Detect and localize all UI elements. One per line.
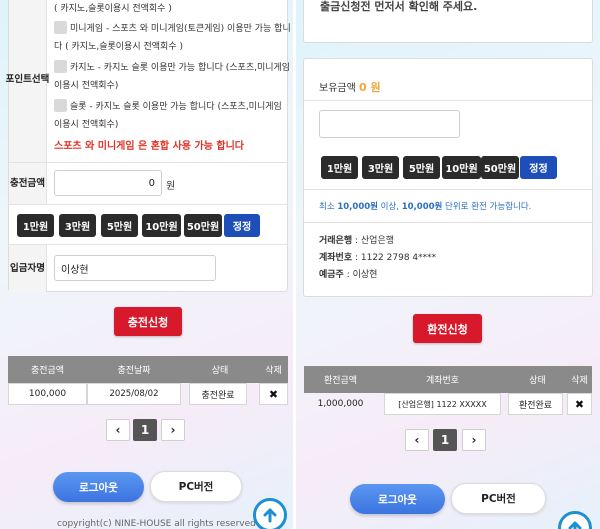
point-select-row: 포인트선택 ( 카지노,슬롯이용시 전액회수 ) 미니게임 - 스포츠 와 미니… — [6, 0, 291, 163]
point-select-label: 포인트선택 — [6, 0, 49, 162]
add-500k-button[interactable]: 50만원 — [184, 214, 222, 237]
scroll-top-button[interactable] — [558, 511, 592, 529]
exchange-amount-input[interactable] — [319, 110, 460, 138]
table-cell-status: 환전완료 — [508, 393, 563, 415]
current-page[interactable]: 1 — [133, 419, 157, 441]
prev-page-button[interactable]: ‹ — [106, 419, 130, 441]
option-slot[interactable]: 슬롯 - 카지노 슬롯 이용만 가능 합니다 (스포츠,미니게임 — [54, 99, 282, 113]
option-casino-note: 이용시 전액회수) — [54, 81, 119, 91]
account-holder: 예금주 : 이상현 — [319, 270, 378, 280]
charge-history-table: 충전금액 충전날짜 상태 삭제 100,000 2025/08/02 충전완료 … — [8, 356, 288, 406]
account-number: 계좌번호 : 1122 2798 4**** — [319, 253, 437, 263]
col-status: 상태 — [181, 356, 259, 383]
charge-amount-label: 충전금액 — [9, 163, 47, 204]
minigame-checkbox[interactable] — [54, 21, 67, 34]
scroll-top-button[interactable] — [253, 498, 287, 529]
add-10k-button[interactable]: 1만원 — [17, 214, 54, 237]
option-minigame-note: 다 ( 카지노,슬롯이용시 전액회수 ) — [54, 42, 183, 52]
charge-unit: 원 — [166, 181, 176, 192]
add-50k-button[interactable]: 5만원 — [101, 214, 138, 237]
add-100k-button[interactable]: 10만원 — [142, 214, 181, 237]
add-500k-button[interactable]: 50만원 — [481, 156, 519, 179]
notice-card: 출금신청전 먼저서 확인해 주세요. — [303, 0, 593, 43]
exchange-form: 보유금액 0 원 1만원 3만원 5만원 10만원 50만원 정정 최소 10,… — [303, 58, 593, 297]
col-status: 상태 — [508, 366, 567, 393]
mix-warning: 스포츠 와 미니게임 은 혼합 사용 가능 합니다 — [54, 141, 244, 152]
add-30k-button[interactable]: 3만원 — [59, 214, 96, 237]
next-page-button[interactable]: › — [462, 429, 486, 451]
balance-value: 0 원 — [359, 81, 381, 94]
pc-version-button[interactable]: PC버전 — [451, 483, 546, 514]
col-charge-amount: 충전금액 — [8, 356, 87, 383]
exchange-submit-button[interactable]: 환전신청 — [413, 314, 482, 343]
arrow-up-circle-icon — [568, 521, 582, 529]
charge-amount-row: 충전금액 0 원 — [9, 163, 287, 205]
pc-version-button[interactable]: PC버전 — [150, 471, 242, 502]
add-30k-button[interactable]: 3만원 — [362, 156, 399, 179]
option-casino[interactable]: 카지노 - 카지노 슬롯 이용만 가능 합니다 (스포츠,미니게임 — [54, 60, 290, 74]
divider-line — [304, 189, 592, 190]
col-delete: 삭제 — [259, 356, 288, 383]
option-minigame[interactable]: 미니게임 - 스포츠 와 미니게임(토큰게임) 이용만 가능 합니 — [54, 21, 291, 35]
close-icon: ✖ — [574, 397, 585, 411]
depositor-label: 입금자명 — [9, 245, 47, 292]
bank-name: 거래은행 : 산업은행 — [319, 236, 394, 246]
table-cell-status: 충전완료 — [189, 383, 247, 405]
exchange-panel: 출금신청전 먼저서 확인해 주세요. 보유금액 0 원 1만원 3만원 5만원 … — [296, 0, 600, 529]
charge-submit-button[interactable]: 충전신청 — [114, 307, 182, 336]
logout-button[interactable]: 로그아웃 — [350, 484, 445, 514]
balance-label: 보유금액 0 원 — [319, 81, 381, 94]
col-charge-date: 충전날짜 — [87, 356, 181, 383]
charge-form: 포인트선택 ( 카지노,슬롯이용시 전액회수 ) 미니게임 - 스포츠 와 미니… — [6, 0, 291, 292]
col-account-number: 계좌번호 — [377, 366, 508, 393]
reset-amount-button[interactable]: 정정 — [520, 156, 557, 179]
prev-page-button[interactable]: ‹ — [405, 429, 429, 451]
point-note: ( 카지노,슬롯이용시 전액회수 ) — [54, 4, 172, 14]
table-cell-account: [산업은행] 1122 XXXXX — [384, 393, 501, 415]
copyright-text: copyright(c) NINE-HOUSE all rights reser… — [57, 519, 256, 529]
charge-panel: 포인트선택 ( 카지노,슬롯이용시 전액회수 ) 미니게임 - 스포츠 와 미니… — [0, 0, 293, 529]
current-page[interactable]: 1 — [433, 429, 457, 451]
delete-row-button[interactable]: ✖ — [259, 383, 288, 405]
arrow-up-circle-icon — [263, 508, 277, 523]
add-50k-button[interactable]: 5만원 — [403, 156, 440, 179]
exchange-info-text: 최소 10,000원 이상, 10,000원 단위로 환전 가능합니다. — [319, 202, 532, 212]
delete-row-button[interactable]: ✖ — [567, 393, 592, 415]
add-100k-button[interactable]: 10만원 — [442, 156, 481, 179]
logout-button[interactable]: 로그아웃 — [53, 472, 144, 502]
depositor-input[interactable]: 이상현 — [54, 255, 216, 281]
reset-amount-button[interactable]: 정정 — [224, 214, 260, 237]
notice-text: 출금신청전 먼저서 확인해 주세요. — [320, 0, 478, 13]
table-cell-date: 2025/08/02 — [87, 383, 181, 405]
col-delete: 삭제 — [567, 366, 592, 393]
col-exchange-amount: 환전금액 — [304, 366, 377, 393]
divider-line — [304, 100, 592, 101]
option-slot-note: 이용시 전액회수) — [54, 120, 119, 130]
divider-line — [304, 222, 592, 223]
casino-checkbox[interactable] — [54, 60, 67, 73]
close-icon: ✖ — [268, 387, 279, 401]
table-cell-amount: 1,000,000 — [317, 399, 364, 409]
charge-amount-input[interactable]: 0 — [54, 170, 162, 196]
slot-checkbox[interactable] — [54, 99, 67, 112]
next-page-button[interactable]: › — [161, 419, 185, 441]
exchange-history-table: 환전금액 계좌번호 상태 삭제 1,000,000 [산업은행] 1122 XX… — [304, 366, 592, 416]
table-cell-amount: 100,000 — [8, 383, 87, 405]
amount-buttons-row: 1만원 3만원 5만원 10만원 50만원 정정 — [9, 205, 287, 245]
depositor-row: 입금자명 이상현 — [9, 245, 287, 292]
add-10k-button[interactable]: 1만원 — [321, 156, 358, 179]
